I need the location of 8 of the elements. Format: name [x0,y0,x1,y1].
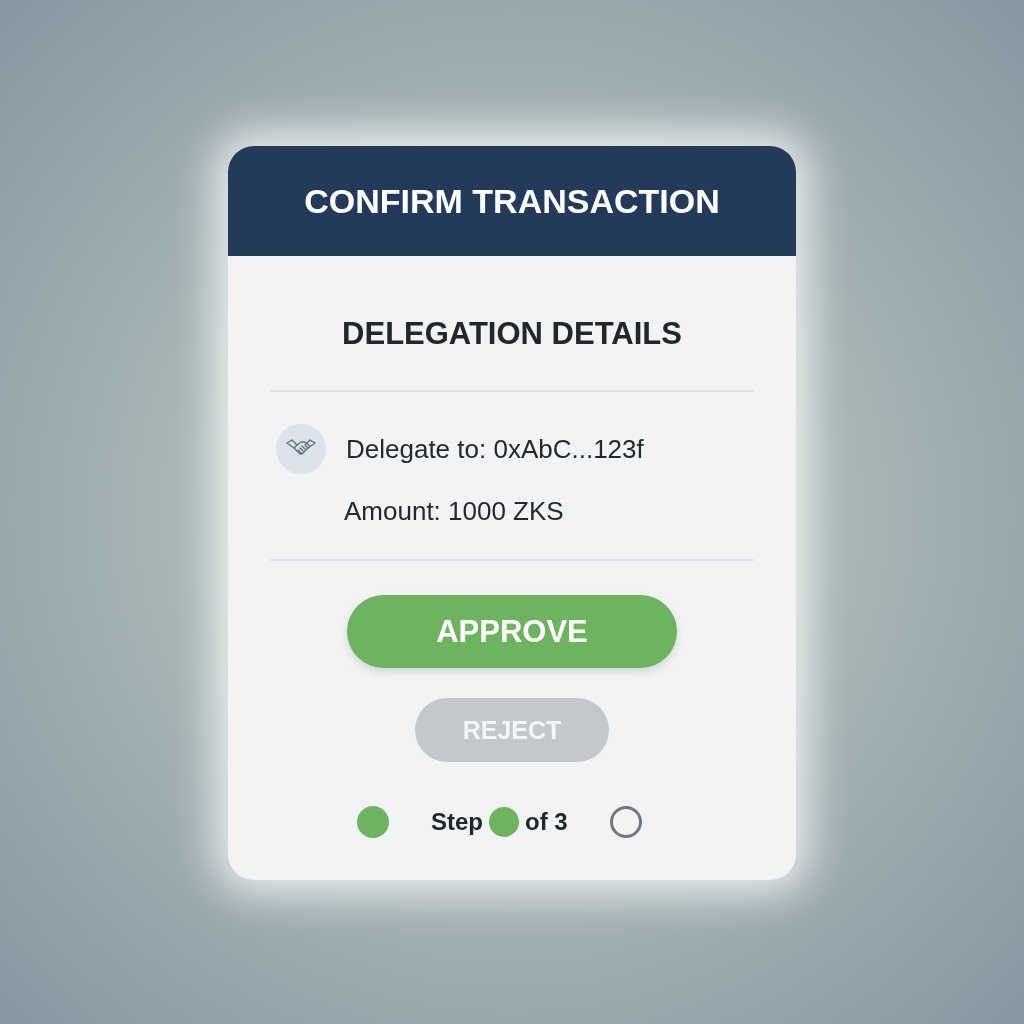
detail-text: Amount: 1000 ZKS [344,496,564,527]
step-total: of 3 [525,808,568,836]
handshake-icon [276,424,326,474]
section-heading: DELEGATION DETAILS [341,316,683,352]
approve-button[interactable]: APPROVE [347,595,677,668]
detail-text: Delegate to: 0xAbC...123f [346,433,644,465]
dialog-title: CONFIRM TRANSACTION [304,181,720,221]
step-label: Step [431,808,483,836]
